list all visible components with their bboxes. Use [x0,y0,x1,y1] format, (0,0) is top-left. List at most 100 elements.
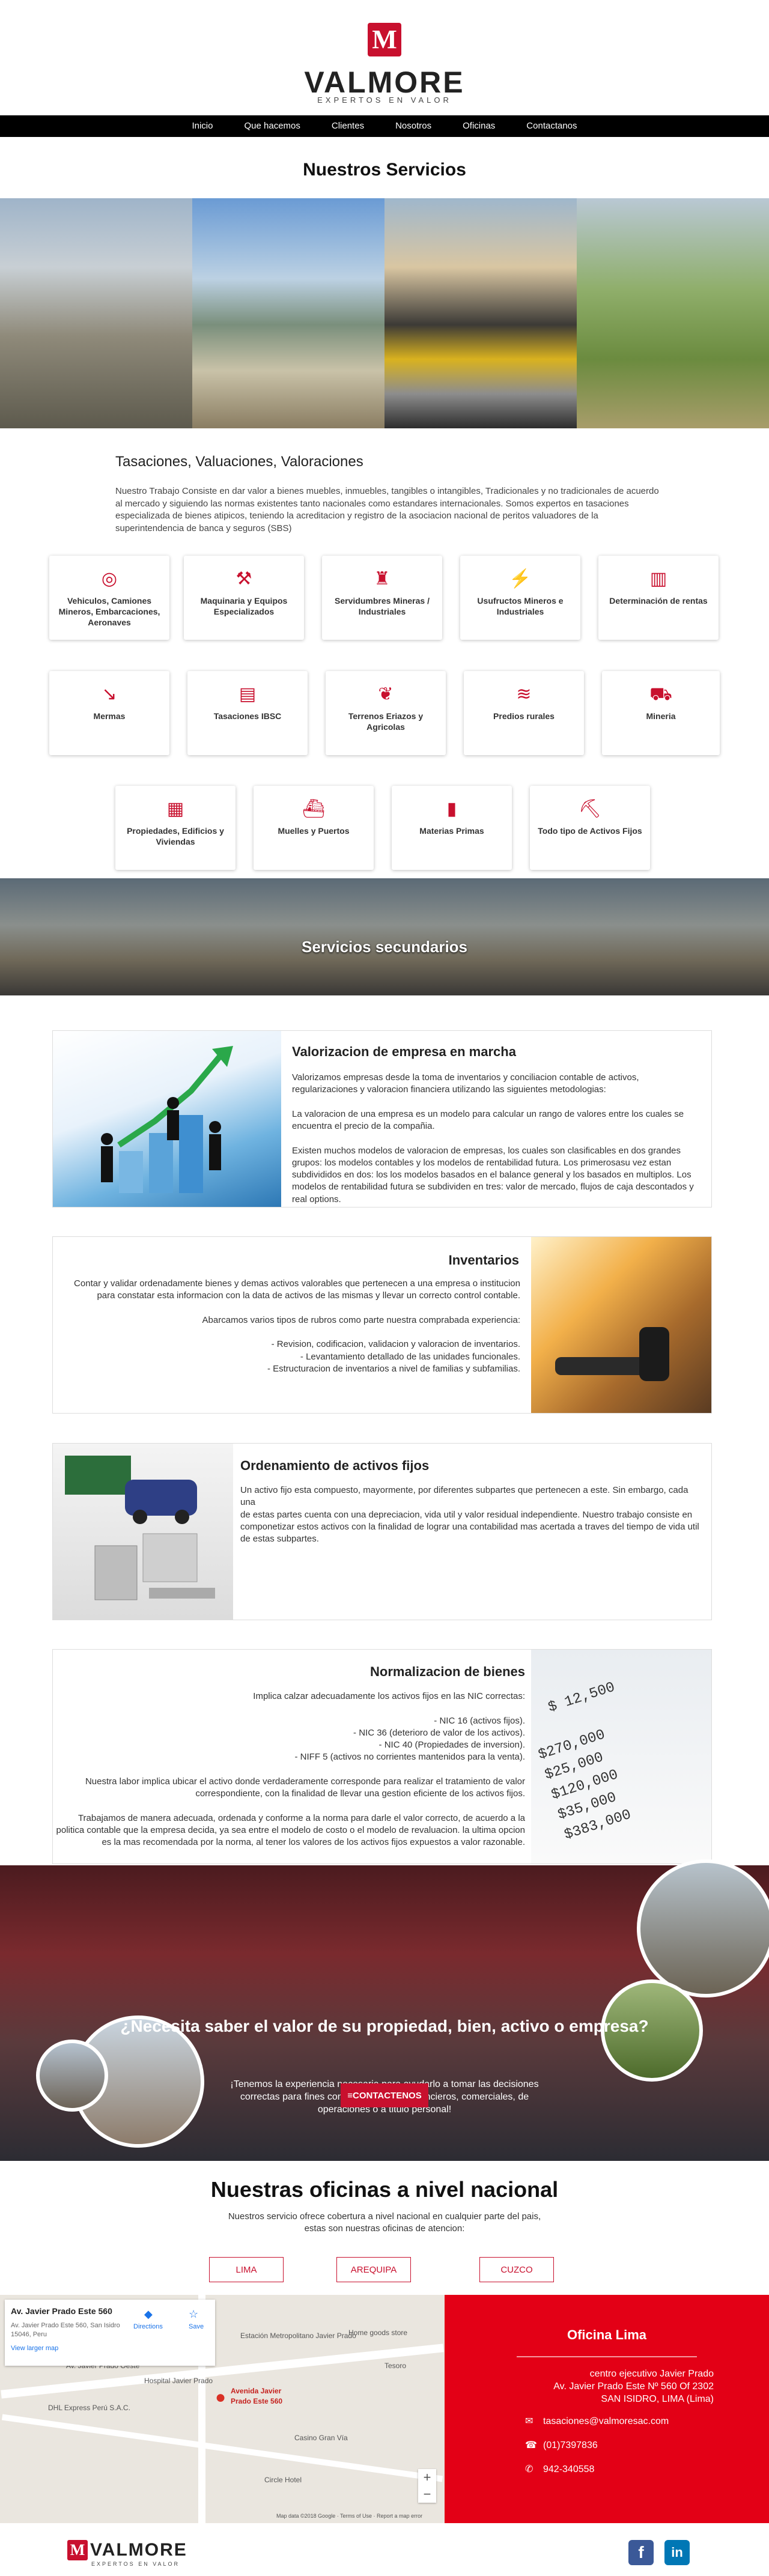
map-road [1,2414,443,2482]
office-mobile[interactable]: 942-340558 [543,2464,594,2474]
service-card[interactable]: ≋ Predios rurales [464,671,584,755]
map-zoom-controls[interactable]: + − [418,2469,436,2503]
service-card[interactable]: ▦ Propiedades, Edificios y Viviendas [115,786,236,870]
section-title: Valorizacion de empresa en marcha [292,1044,516,1059]
service-card[interactable]: ⚒ Maquinaria y Equipos Especializados [184,556,304,640]
bolt-icon: ⚡ [509,569,532,589]
warehouse-image [531,1237,711,1413]
secondary-banner: Servicios secundarios [0,878,769,995]
view-larger-map-link[interactable]: View larger map [11,2344,209,2353]
brand-tagline: EXPERTOS EN VALOR [317,96,452,105]
ledger-illustration: $ 12,500 $270,000 $25,000 $120,000 $35,0… [536,1679,633,1843]
oficinas-text: Nuestros servicio ofrece cobertura a niv… [228,2211,541,2234]
site-footer: M VALMORE EXPERTOS EN VALOR f in [0,2523,769,2576]
service-card[interactable]: ♜ Servidumbres Mineras / Industriales [322,556,442,640]
target-icon: ◎ [101,569,118,589]
service-card[interactable]: ❦ Terrenos Eriazos y Agricolas [326,671,446,755]
arequipa-button[interactable]: AREQUIPA [336,2257,411,2282]
save-link[interactable]: Save [189,2322,204,2331]
tools-icon: ⚒ [236,569,252,589]
footer-logo-icon[interactable]: M [67,2540,88,2560]
service-label: Mineria [646,711,676,721]
field-icon: ≋ [516,684,532,704]
service-card[interactable]: ⛏ Todo tipo de Activos Fijos [530,786,650,870]
city-icon: ▦ [166,799,184,819]
service-card[interactable]: ⛴ Muelles y Puertos [254,786,374,870]
service-label: Servidumbres Mineras / Industriales [335,596,430,617]
service-label: Terrenos Eriazos y Agricolas [348,711,424,732]
office-email[interactable]: tasaciones@valmoresac.com [543,2416,669,2426]
lima-button[interactable]: LIMA [209,2257,284,2282]
mobile-icon: ✆ [525,2464,533,2474]
logo-icon[interactable]: M [368,23,401,56]
section-text: Implica calzar adecuadamente los activos… [56,1691,525,1847]
footer-brand: VALMORE [90,2540,187,2560]
phone-icon: ▮ [446,799,457,819]
contactenos-button[interactable]: ≡CONTACTENOS [341,2083,428,2107]
ship-icon: ⛴ [302,799,326,819]
hero-collage [0,198,769,428]
nav-oficinas[interactable]: Oficinas [447,115,511,137]
service-label: Materias Primas [419,826,484,836]
cta-section: ¿Necesita saber el valor de su propiedad… [0,1859,769,2161]
linkedin-icon[interactable]: in [664,2540,690,2565]
map-label: Hospital Javier Prado [144,2377,213,2385]
service-card[interactable]: ▥ Determinación de rentas [598,556,719,640]
facebook-icon[interactable]: f [628,2540,654,2565]
site-header: M VALMORE EXPERTOS EN VALOR [0,0,769,114]
servicios-title: Nuestros Servicios [303,160,466,180]
map-label: DHL Express Perú S.A.C. [48,2404,130,2412]
section-inventarios: Inventarios Contar y validar ordenadamen… [52,1236,712,1414]
service-label: Muelles y Puertos [278,826,350,836]
building-circle-image [36,2040,108,2112]
nav-que-hacemos[interactable]: Que hacemos [228,115,315,137]
service-card[interactable]: ◎ Vehiculos, Camiones Mineros, Embarcaci… [49,556,169,640]
intro-text: Nuestro Trabajo Consiste en dar valor a … [115,486,659,534]
service-card[interactable]: ⚡ Usufructos Mineros e Industriales [460,556,580,640]
section-text: Contar y validar ordenadamente bienes y … [74,1278,520,1374]
footer-tagline: EXPERTOS EN VALOR [91,2561,180,2567]
section-title: Inventarios [448,1253,519,1268]
section-text: Un activo fijo esta compuesto, mayorment… [240,1485,699,1544]
map-label: Tesoro [384,2362,407,2370]
service-card[interactable]: ▤ Tasaciones IBSC [187,671,308,755]
service-label: Vehiculos, Camiones Mineros, Embarcacion… [58,596,160,628]
cuzco-button[interactable]: CUZCO [479,2257,554,2282]
map-place-address: Av. Javier Prado Este 560, San Isidro 15… [11,2321,120,2338]
skyline-image [192,198,384,428]
save-icon[interactable]: ☆ [189,2307,198,2322]
nav-nosotros[interactable]: Nosotros [380,115,447,137]
banner-title: Servicios secundarios [301,938,468,956]
tower-icon: ♜ [374,569,391,589]
service-card[interactable]: ⛟ Mineria [602,671,720,755]
section-normalizacion: Normalizacion de bienes Implica calzar a… [52,1649,712,1864]
airplane-circle-image [637,1859,769,1997]
office-mobile-row: ✆ 942-340558 [525,2463,594,2476]
city-image [0,198,192,428]
svg-text:$ 12,500: $ 12,500 [546,1679,617,1716]
office-email-row: ✉ tasaciones@valmoresac.com [525,2415,669,2428]
service-label: Todo tipo de Activos Fijos [538,826,642,836]
tasaciones-title: Tasaciones, Valuaciones, Valoraciones [115,454,363,470]
directions-icon[interactable]: ◆ [144,2307,153,2322]
office-address: centro ejecutivo Javier Prado Av. Javier… [553,2369,714,2404]
phone-icon: ☎ [525,2440,537,2450]
map-label: Home goods store [348,2328,408,2337]
office-phone[interactable]: (01)7397836 [543,2440,598,2450]
service-card[interactable]: ▮ Materias Primas [392,786,512,870]
growth-illustration [101,1046,233,1193]
map-place-name: Av. Javier Prado Este 560 [11,2306,112,2316]
office-divider [517,2356,697,2357]
section-title: Ordenamiento de activos fijos [240,1458,430,1473]
building-icon: ▥ [649,569,667,589]
directions-link[interactable]: Directions [133,2322,163,2331]
nav-inicio[interactable]: Inicio [176,115,228,137]
map-pin-icon[interactable]: ● [215,2385,226,2410]
nav-contactanos[interactable]: Contactanos [511,115,592,137]
service-label: Propiedades, Edificios y Viviendas [127,826,224,847]
map-embed[interactable]: Estación Metropolitano Javier Prado Home… [0,2295,445,2523]
service-card[interactable]: ↘ Mermas [49,671,169,755]
mining-cart-icon: ⛟ [649,684,672,704]
ledger-image: $ 12,500 $270,000 $25,000 $120,000 $35,0… [531,1650,711,1864]
nav-clientes[interactable]: Clientes [316,115,380,137]
